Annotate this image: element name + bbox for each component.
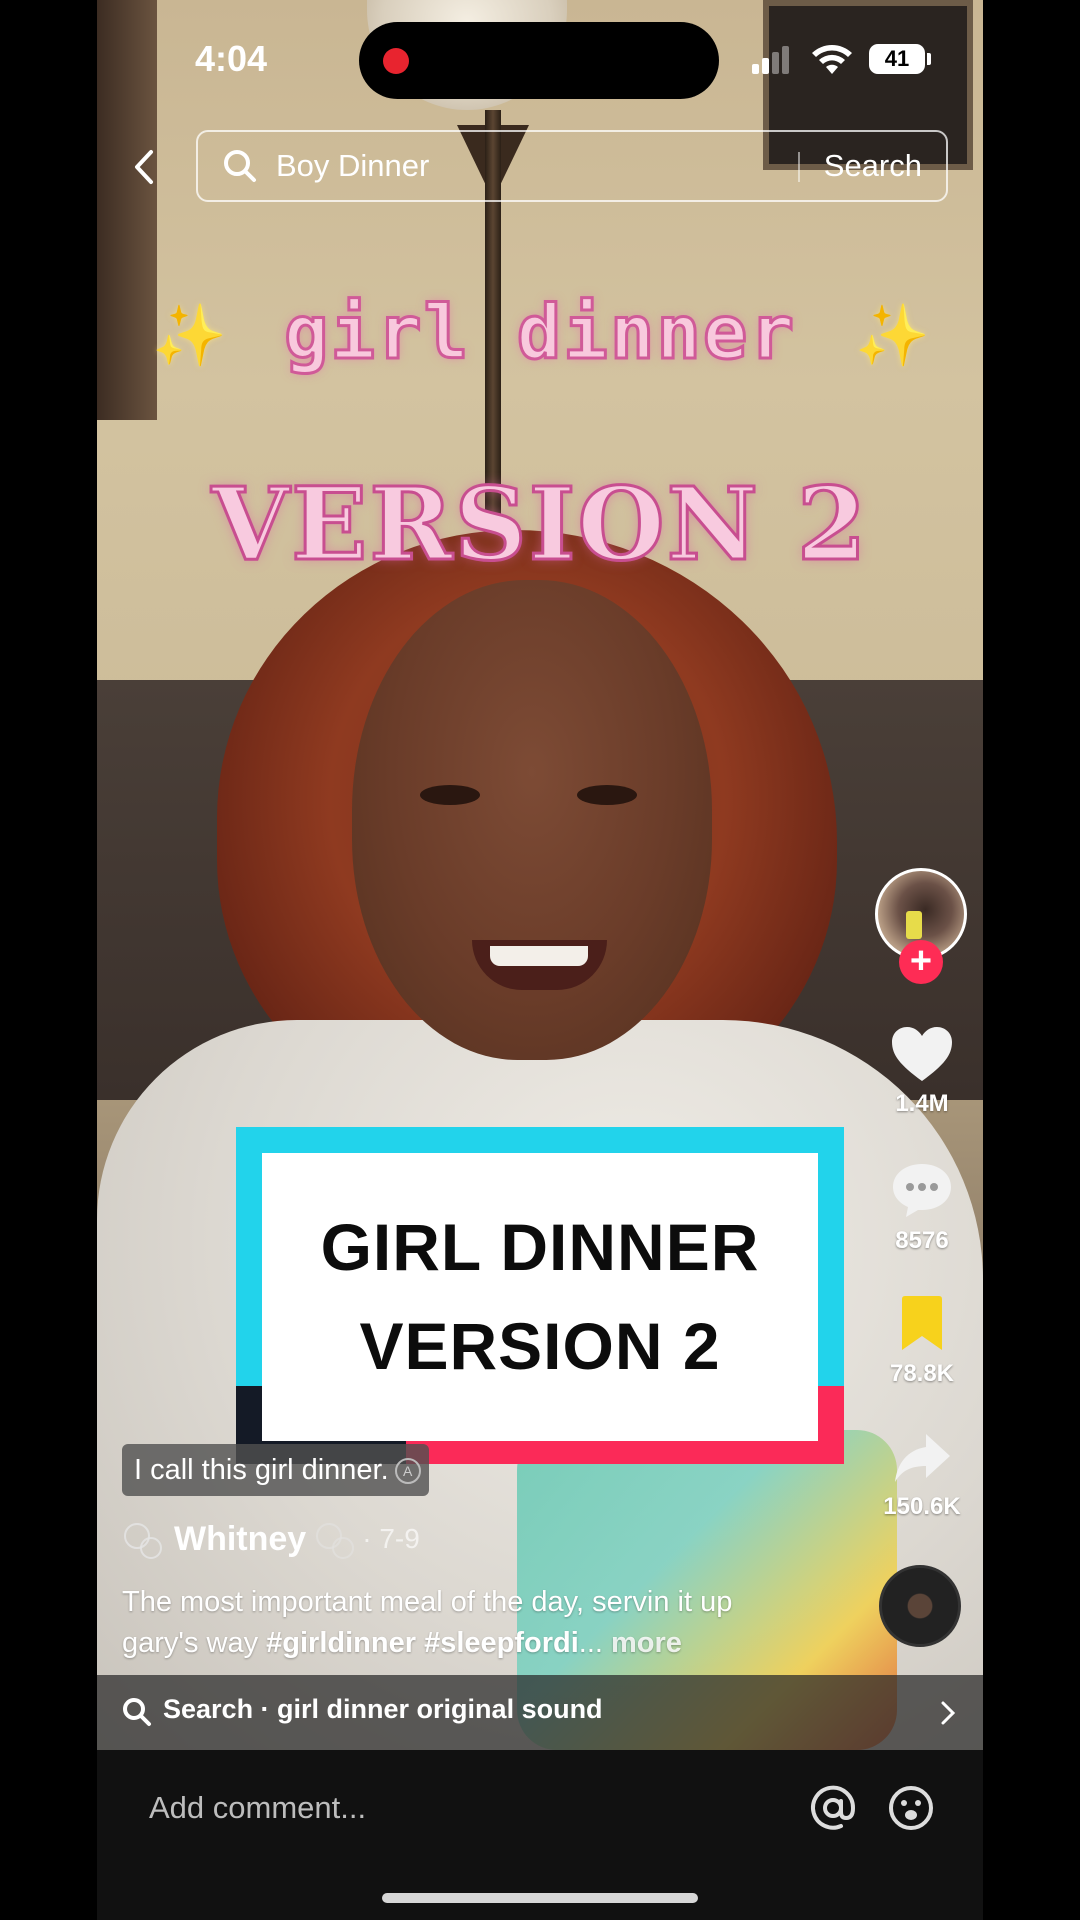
auto-caption-text: I call this girl dinner. bbox=[134, 1454, 389, 1486]
sound-search-bar[interactable]: Search · girl dinner original sound bbox=[97, 1675, 983, 1750]
cellular-signal-icon bbox=[752, 46, 792, 74]
bubbles-icon bbox=[122, 1519, 164, 1559]
mention-icon[interactable] bbox=[809, 1784, 857, 1832]
sound-search-label: Search · girl dinner original sound bbox=[163, 1694, 603, 1724]
avatar-phone bbox=[906, 911, 922, 939]
mouth bbox=[472, 940, 607, 990]
post-date: · 7-9 bbox=[362, 1523, 420, 1554]
overlay-title-version: VERSION 2 bbox=[210, 464, 869, 585]
auto-caption: I call this girl dinner. A bbox=[122, 1444, 429, 1496]
eye-right bbox=[577, 785, 637, 805]
save-button[interactable]: 78.8K bbox=[867, 1295, 977, 1388]
wifi-icon bbox=[812, 45, 852, 74]
card-line-2: VERSION 2 bbox=[359, 1309, 721, 1383]
like-count: 1.4M bbox=[895, 1090, 949, 1117]
description-ellipsis: ... bbox=[578, 1627, 603, 1659]
card-line-1: GIRL DINNER bbox=[320, 1210, 760, 1284]
comment-count: 8576 bbox=[895, 1227, 949, 1254]
search-button[interactable]: Search bbox=[824, 148, 922, 184]
phone-screen: ✨ ✨ girl dinner VERSION 2 GIRL DINNER VE… bbox=[97, 0, 983, 1920]
dynamic-island bbox=[359, 22, 719, 99]
author-name[interactable]: Whitney bbox=[174, 1520, 306, 1559]
overlay-title-girl-dinner: girl dinner bbox=[282, 289, 797, 378]
person-face bbox=[352, 580, 712, 1060]
back-arrow-icon[interactable] bbox=[125, 142, 165, 192]
hashtag-girldinner[interactable]: #girldinner bbox=[266, 1627, 416, 1659]
more-link[interactable]: more bbox=[611, 1627, 682, 1659]
post-description[interactable]: The most important meal of the day, serv… bbox=[122, 1582, 802, 1664]
battery-tip bbox=[927, 53, 931, 65]
author-row: Whitney · 7-9 bbox=[122, 1515, 420, 1563]
search-icon bbox=[224, 150, 256, 182]
search-icon bbox=[123, 1698, 151, 1726]
comment-bubble-icon bbox=[893, 1164, 951, 1217]
like-button[interactable]: 1.4M bbox=[867, 1025, 977, 1118]
home-indicator[interactable] bbox=[382, 1893, 698, 1903]
search-query[interactable]: Boy Dinner bbox=[276, 148, 429, 184]
comment-button[interactable]: 8576 bbox=[867, 1160, 977, 1255]
sound-disc-icon[interactable] bbox=[879, 1565, 961, 1647]
auto-caption-icon: A bbox=[394, 1458, 421, 1484]
teeth bbox=[490, 946, 588, 966]
save-count: 78.8K bbox=[889, 1360, 955, 1387]
share-count: 150.6K bbox=[883, 1493, 961, 1520]
share-button[interactable]: 150.6K bbox=[867, 1430, 977, 1521]
status-time: 4:04 bbox=[195, 38, 268, 79]
comment-input[interactable]: Add comment... bbox=[149, 1790, 366, 1826]
hashtag-sleepfordi[interactable]: #sleepfordi bbox=[424, 1627, 579, 1659]
chevron-right-icon bbox=[941, 1701, 956, 1725]
share-arrow-icon bbox=[895, 1434, 950, 1482]
title-card: GIRL DINNER VERSION 2 bbox=[236, 1127, 844, 1464]
battery-icon: 41 bbox=[869, 44, 925, 74]
eye-left bbox=[420, 785, 480, 805]
search-divider bbox=[798, 152, 800, 182]
bookmark-icon bbox=[902, 1296, 942, 1350]
recording-indicator-icon bbox=[383, 48, 409, 74]
emoji-icon[interactable] bbox=[887, 1784, 935, 1832]
card-inner: GIRL DINNER VERSION 2 bbox=[262, 1153, 818, 1441]
search-bar[interactable]: Boy Dinner Search bbox=[196, 130, 948, 202]
bubbles-icon bbox=[314, 1519, 356, 1559]
heart-icon bbox=[892, 1027, 952, 1081]
follow-button[interactable]: + bbox=[899, 940, 943, 984]
